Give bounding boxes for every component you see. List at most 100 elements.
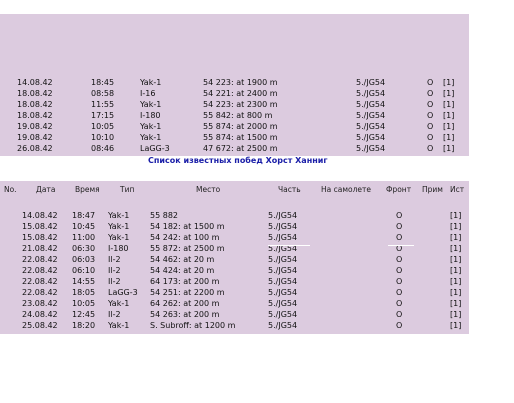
table-row: 22.08.42 06:10 Il-2 54 424: at 20 m 5./JG54 O…	[0, 265, 469, 276]
header-place: Место	[196, 185, 221, 194]
header-front: Фронт	[386, 185, 412, 194]
cell-date: 18.08.42	[17, 89, 53, 98]
cell-place: S. Subroff: at 1200 m	[150, 321, 236, 330]
cell-src: [1]	[450, 299, 462, 308]
cell-place: 54 251: at 2200 m	[150, 288, 225, 297]
cell-src: [1]	[450, 222, 462, 231]
cell-unit: 5./JG54	[356, 111, 386, 120]
cell-front: O	[427, 133, 434, 142]
table-row: 22.08.42 06:03 Il-2 54 462: at 20 m 5./JG54 O…	[0, 254, 469, 265]
cell-type: Il-2	[108, 277, 121, 286]
cell-src: [1]	[443, 122, 455, 131]
table-row: 14.08.42 18:45 Yak-1 54 223: at 1900 m 5./JG…	[0, 77, 469, 88]
cell-place: 54 424: at 20 m	[150, 266, 215, 275]
cell-front: O	[396, 211, 403, 220]
cell-time: 17:15	[91, 111, 115, 120]
cell-src: [1]	[443, 133, 455, 142]
cell-type: Yak-1	[108, 299, 130, 308]
table-row: 22.08.42 18:05 LaGG-3 54 251: at 2200 m 5./J…	[0, 287, 469, 298]
cell-time: 14:55	[72, 277, 96, 286]
table-row: 18.08.42 11:55 Yak-1 54 223: at 2300 m 5./JG…	[0, 99, 469, 110]
table-row: 24.08.42 12:45 Il-2 54 263: at 200 m 5./JG54…	[0, 309, 469, 320]
cell-unit: 5./JG54	[268, 321, 298, 330]
cell-front: O	[427, 89, 434, 98]
cell-date: 18.08.42	[17, 111, 53, 120]
cell-date: 22.08.42	[22, 255, 58, 264]
cell-unit: 5./JG54	[268, 266, 298, 275]
table-caption: Список известных побед Хорст Ханниг	[148, 156, 328, 165]
cell-type: Yak-1	[140, 78, 162, 87]
cell-src: [1]	[450, 233, 462, 242]
cell-src: [1]	[450, 310, 462, 319]
bottom-victories-table: 14.08.42 18:47 Yak-1 55 882 5./JG54 O [1] 15.08…	[0, 198, 469, 334]
cell-type: LaGG-3	[140, 144, 170, 153]
cell-date: 25.08.42	[22, 321, 58, 330]
cell-unit: 5./JG54	[268, 222, 298, 231]
cell-place: 54 462: at 20 m	[150, 255, 215, 264]
cell-place: 54 223: at 1900 m	[203, 78, 278, 87]
cell-place: 55 842: at 800 m	[203, 111, 273, 120]
cell-front: O	[427, 111, 434, 120]
cell-time: 06:03	[72, 255, 96, 264]
row-separator	[388, 245, 414, 246]
cell-front: O	[427, 100, 434, 109]
table-row: 19.08.42 10:05 Yak-1 55 874: at 2000 m 5./JG…	[0, 121, 469, 132]
cell-place: 55 872: at 2500 m	[150, 244, 225, 253]
cell-type: LaGG-3	[108, 288, 138, 297]
table-row: 25.08.42 18:20 Yak-1 S. Subroff: at 1200 m 5…	[0, 320, 469, 331]
cell-date: 24.08.42	[22, 310, 58, 319]
cell-front: O	[396, 266, 403, 275]
cell-unit: 5./JG54	[356, 100, 386, 109]
cell-place: 54 263: at 200 m	[150, 310, 220, 319]
row-separator	[268, 245, 310, 246]
cell-unit: 5./JG54	[268, 277, 298, 286]
cell-date: 22.08.42	[22, 277, 58, 286]
cell-src: [1]	[443, 78, 455, 87]
table-row: 18.08.42 08:58 I-16 54 221: at 2400 m 5./JG5…	[0, 88, 469, 99]
cell-front: O	[396, 310, 403, 319]
cell-time: 08:46	[91, 144, 115, 153]
cell-type: I-16	[140, 89, 156, 98]
cell-src: [1]	[450, 266, 462, 275]
table-row: 23.08.42 10:05 Yak-1 64 262: at 200 m 5./JG5…	[0, 298, 469, 309]
cell-unit: 5./JG54	[268, 288, 298, 297]
cell-date: 23.08.42	[22, 299, 58, 308]
cell-unit: 5./JG54	[268, 211, 298, 220]
cell-date: 14.08.42	[22, 211, 58, 220]
cell-type: Yak-1	[108, 211, 130, 220]
cell-type: I-180	[108, 244, 129, 253]
cell-place: 54 221: at 2400 m	[203, 89, 278, 98]
cell-front: O	[396, 277, 403, 286]
cell-front: O	[396, 321, 403, 330]
cell-unit: 5./JG54	[356, 78, 386, 87]
cell-date: 19.08.42	[17, 133, 53, 142]
cell-src: [1]	[450, 321, 462, 330]
cell-date: 21.08.42	[22, 244, 58, 253]
cell-time: 11:00	[72, 233, 96, 242]
cell-src: [1]	[443, 144, 455, 153]
cell-time: 18:05	[72, 288, 96, 297]
header-time: Время	[75, 185, 100, 194]
header-no: No.	[4, 185, 17, 194]
table-row: 19.08.42 10:10 Yak-1 55 874: at 1500 m 5./JG…	[0, 132, 469, 143]
cell-front: O	[396, 222, 403, 231]
header-date: Дата	[36, 185, 56, 194]
header-aircraft: На самолете	[321, 185, 371, 194]
cell-date: 15.08.42	[22, 222, 58, 231]
cell-front: O	[396, 255, 403, 264]
cell-unit: 5./JG54	[356, 144, 386, 153]
cell-type: Il-2	[108, 266, 121, 275]
cell-front: O	[396, 288, 403, 297]
cell-src: [1]	[443, 111, 455, 120]
cell-time: 12:45	[72, 310, 96, 319]
cell-date: 18.08.42	[17, 100, 53, 109]
cell-time: 11:55	[91, 100, 115, 109]
cell-type: Yak-1	[108, 321, 130, 330]
cell-date: 22.08.42	[22, 266, 58, 275]
cell-src: [1]	[443, 100, 455, 109]
cell-front: O	[427, 122, 434, 131]
header-unit: Часть	[278, 185, 301, 194]
cell-type: Yak-1	[140, 100, 162, 109]
cell-src: [1]	[450, 255, 462, 264]
cell-time: 10:05	[72, 299, 96, 308]
